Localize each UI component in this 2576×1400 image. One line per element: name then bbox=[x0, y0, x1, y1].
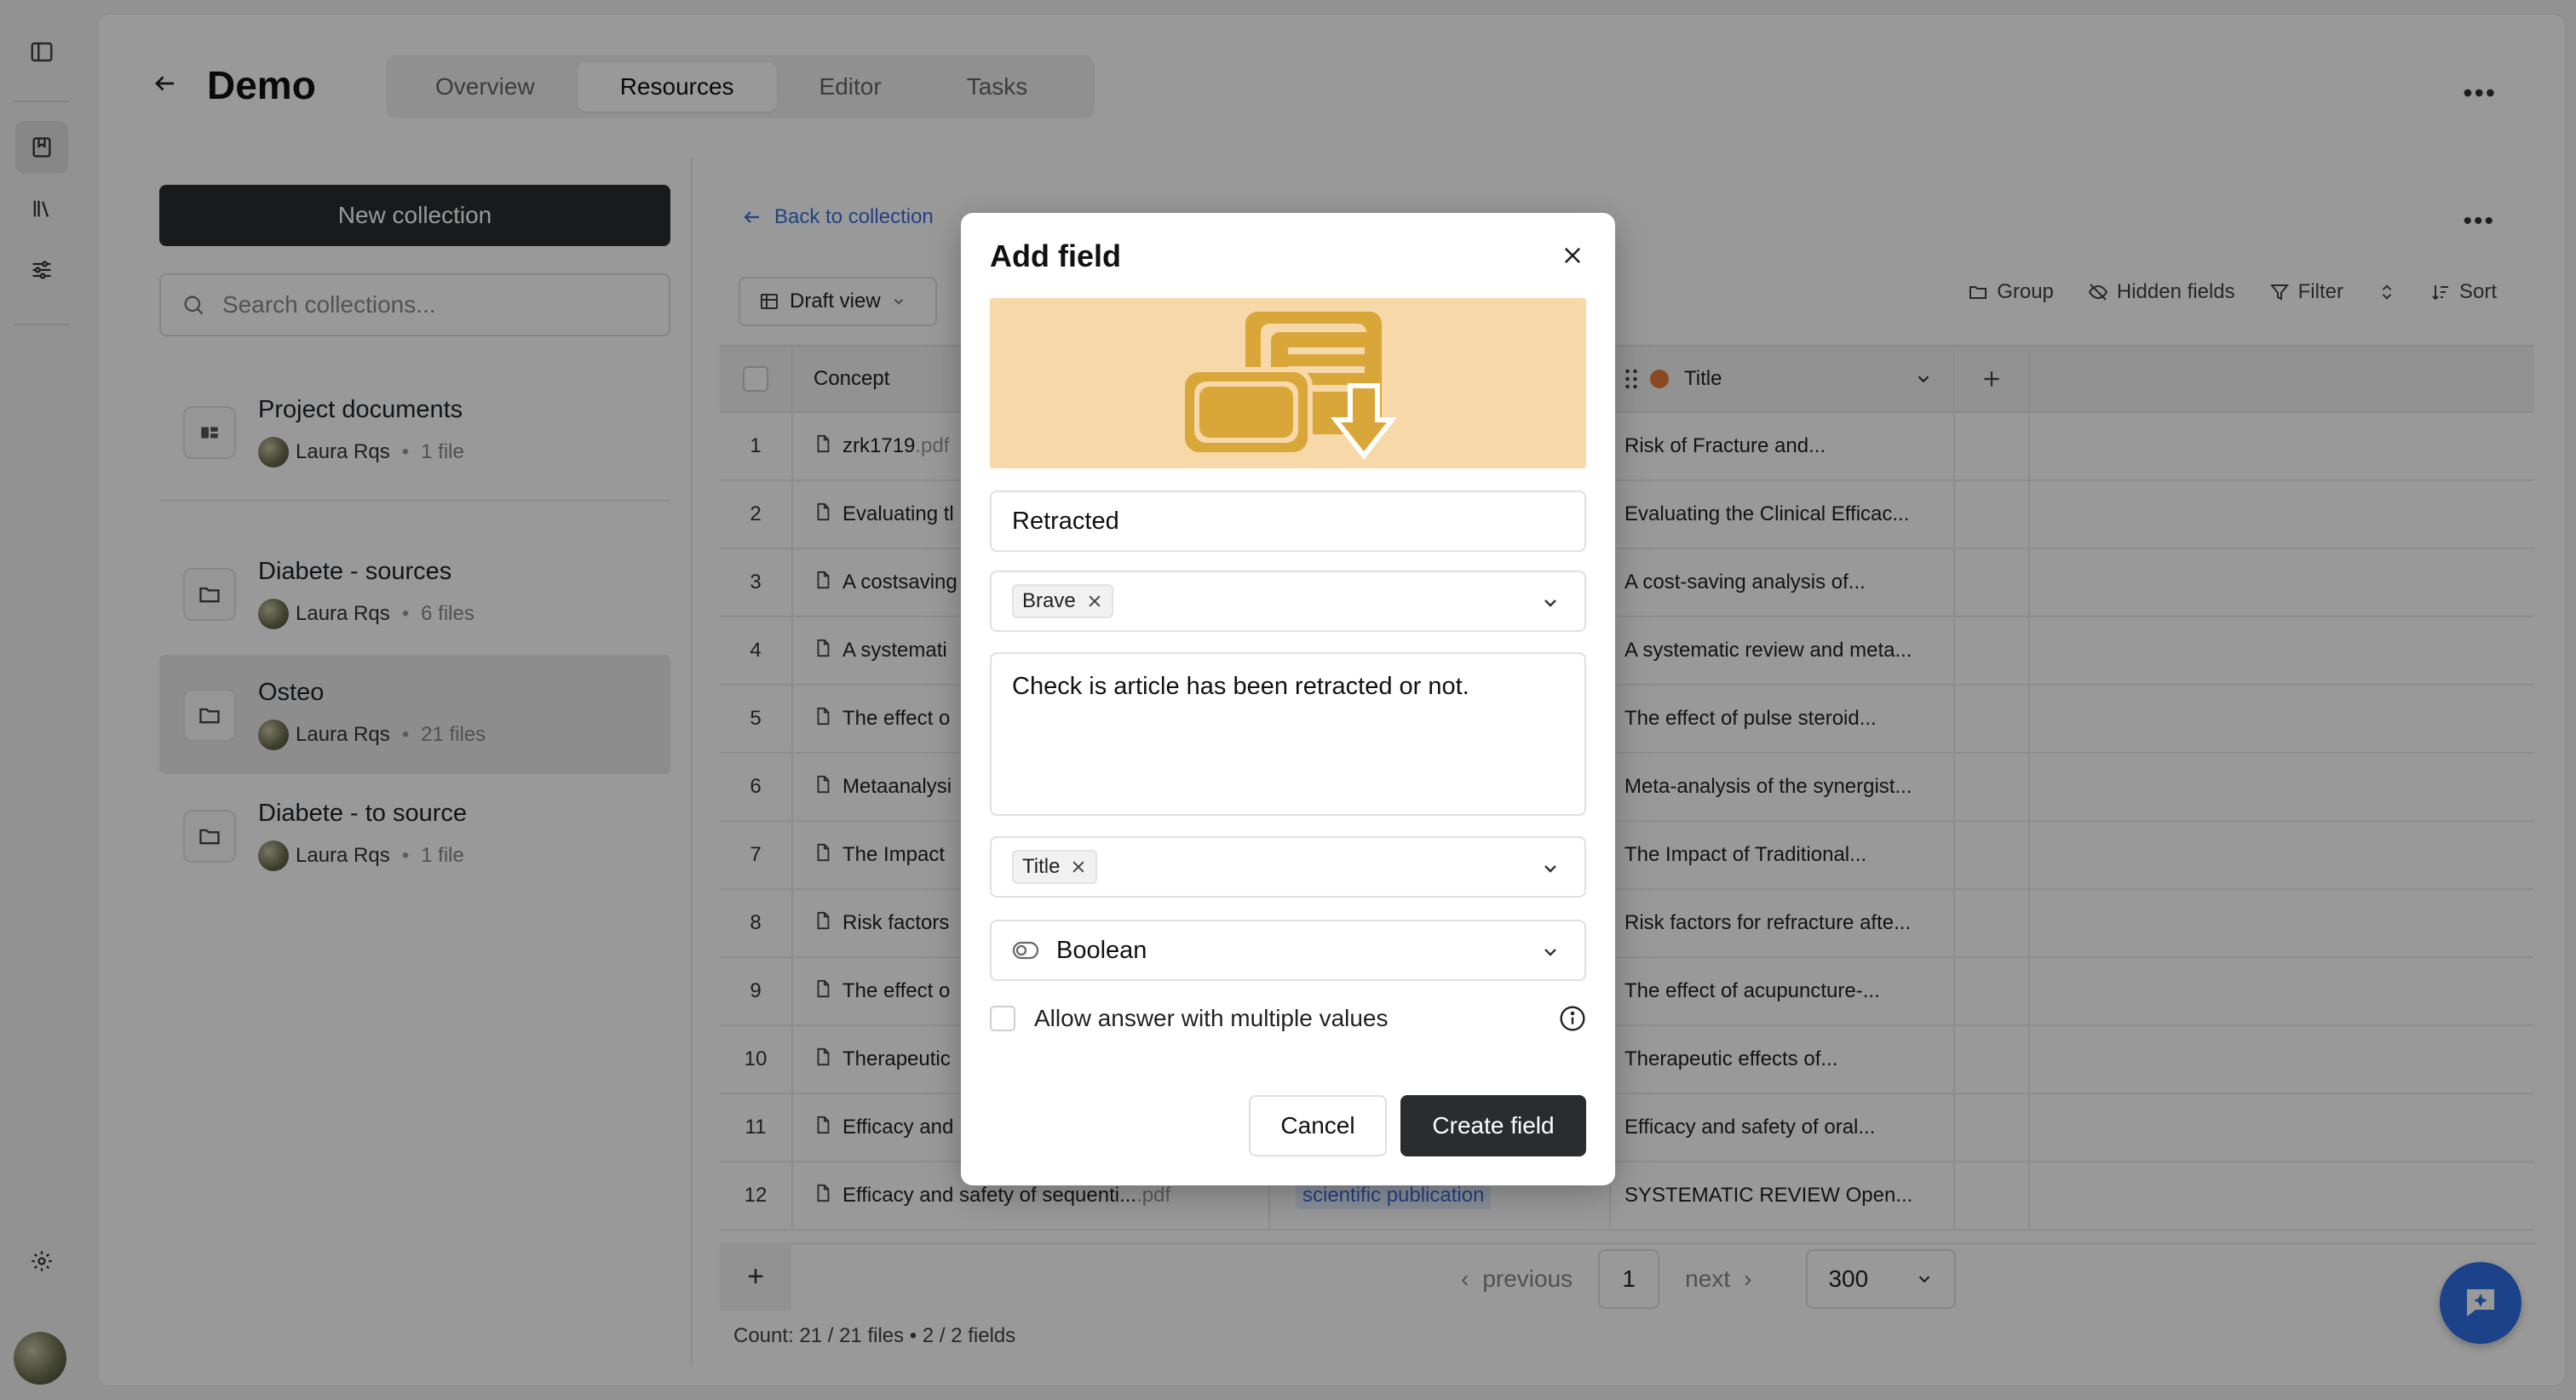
multiple-values-label: Allow answer with multiple values bbox=[1034, 1005, 1389, 1031]
field-illustration bbox=[990, 298, 1586, 468]
add-field-dialog: Add field Retracted Brave Check is artic… bbox=[961, 213, 1615, 1185]
toggle-icon bbox=[1012, 941, 1039, 960]
remove-chip-icon[interactable] bbox=[1086, 593, 1103, 610]
field-description-textarea[interactable]: Check is article has been retracted or n… bbox=[990, 652, 1586, 816]
source-select[interactable]: Brave bbox=[990, 571, 1586, 632]
info-icon[interactable] bbox=[1559, 1005, 1586, 1032]
chevron-down-icon bbox=[1544, 865, 1556, 873]
field-name-input[interactable]: Retracted bbox=[990, 491, 1586, 552]
cancel-button[interactable]: Cancel bbox=[1249, 1095, 1387, 1156]
dialog-title: Add field bbox=[990, 238, 1121, 273]
create-field-button[interactable]: Create field bbox=[1400, 1095, 1586, 1156]
chevron-down-icon bbox=[1544, 949, 1556, 956]
chevron-down-icon bbox=[1544, 600, 1556, 607]
field-type-select[interactable]: Boolean bbox=[990, 920, 1586, 981]
input-chip[interactable]: Title bbox=[1012, 850, 1098, 884]
remove-chip-icon[interactable] bbox=[1070, 858, 1087, 875]
multiple-values-checkbox[interactable] bbox=[990, 1006, 1015, 1031]
input-column-select[interactable]: Title bbox=[990, 836, 1586, 898]
source-chip[interactable]: Brave bbox=[1012, 584, 1113, 618]
close-icon[interactable] bbox=[1561, 244, 1584, 272]
